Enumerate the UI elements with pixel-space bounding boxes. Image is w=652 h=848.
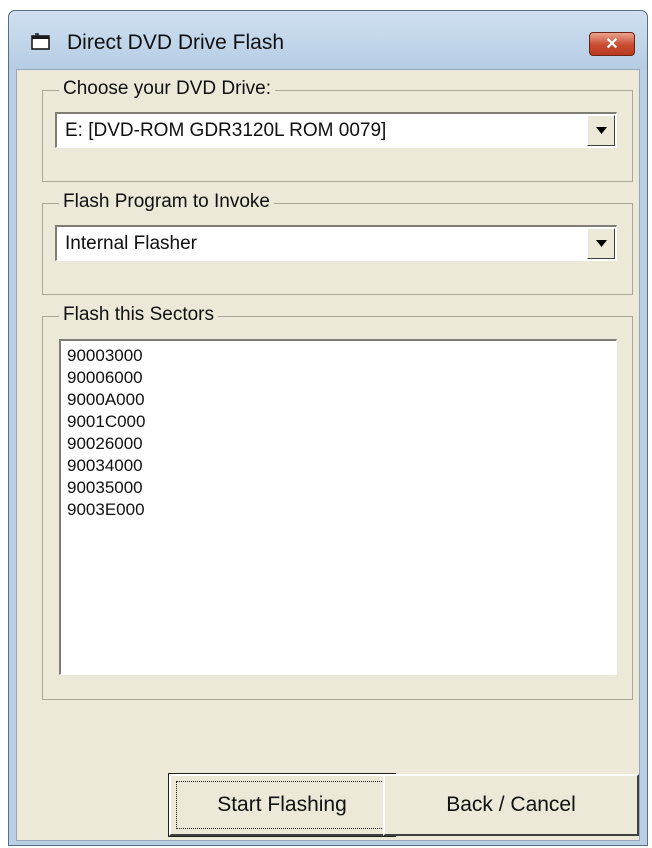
drive-select[interactable]: E: [DVD-ROM GDR3120L ROM 0079] <box>55 112 617 148</box>
program-select[interactable]: Internal Flasher <box>55 225 617 261</box>
list-item[interactable]: 90003000 <box>67 345 610 367</box>
program-select-value: Internal Flasher <box>65 233 198 254</box>
chevron-down-icon <box>595 240 607 247</box>
sectors-listbox[interactable]: 90003000 90006000 9000A000 9001C000 9002… <box>59 339 617 675</box>
close-icon: ✕ <box>605 36 619 53</box>
back-cancel-label: Back / Cancel <box>446 793 576 816</box>
drive-group-label: Choose your DVD Drive: <box>59 78 276 100</box>
close-button[interactable]: ✕ <box>589 32 635 56</box>
title-bar[interactable]: Direct DVD Drive Flash ✕ <box>9 11 647 69</box>
dialog-client-area: Choose your DVD Drive: E: [DVD-ROM GDR31… <box>16 69 640 841</box>
sectors-group: Flash this Sectors 90003000 90006000 900… <box>42 304 633 700</box>
list-item[interactable]: 90006000 <box>67 367 610 389</box>
drive-group: Choose your DVD Drive: E: [DVD-ROM GDR31… <box>42 78 633 182</box>
program-group: Flash Program to Invoke Internal Flasher <box>42 191 633 295</box>
list-item[interactable]: 9003E000 <box>67 499 610 521</box>
sectors-group-label: Flash this Sectors <box>59 304 218 326</box>
focus-rectangle <box>176 781 388 829</box>
list-item[interactable]: 90026000 <box>67 433 610 455</box>
drive-select-dropdown-button[interactable] <box>587 115 615 146</box>
chevron-down-icon <box>595 127 607 134</box>
back-cancel-button[interactable]: Back / Cancel <box>383 774 639 836</box>
window-app-icon <box>31 33 51 51</box>
program-group-label: Flash Program to Invoke <box>59 191 274 213</box>
list-item[interactable]: 90035000 <box>67 477 610 499</box>
window-title: Direct DVD Drive Flash <box>67 31 285 54</box>
list-item[interactable]: 9001C000 <box>67 411 610 433</box>
drive-select-value: E: [DVD-ROM GDR3120L ROM 0079] <box>65 120 387 141</box>
dialog-window: Direct DVD Drive Flash ✕ Choose your DVD… <box>8 10 648 846</box>
program-select-dropdown-button[interactable] <box>587 228 615 259</box>
start-flashing-button[interactable]: Start Flashing <box>168 773 396 837</box>
list-item[interactable]: 90034000 <box>67 455 610 477</box>
list-item[interactable]: 9000A000 <box>67 389 610 411</box>
